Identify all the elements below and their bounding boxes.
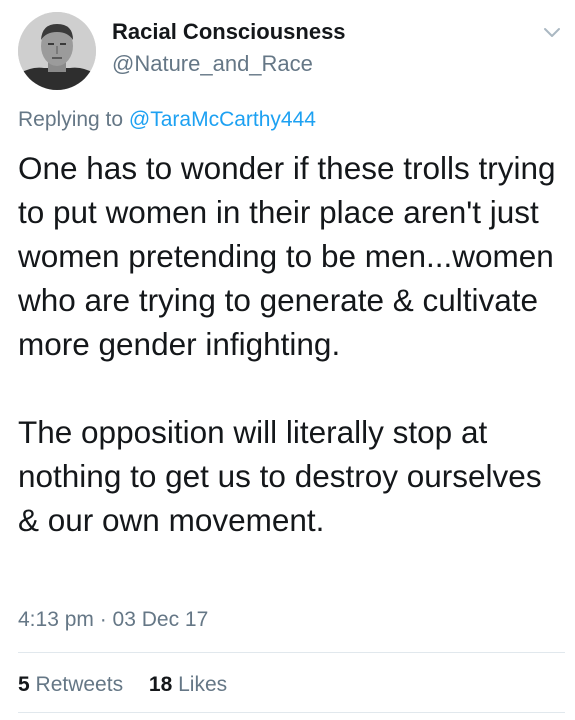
tweet-menu-button[interactable] [543,26,561,38]
likes-stat[interactable]: 18 Likes [149,673,227,696]
divider [18,712,565,713]
tweet-stats: 5 Retweets 18 Likes [18,671,247,699]
tweet: Racial Consciousness @Nature_and_Race Re… [0,0,575,720]
tweet-paragraph-1: One has to wonder if these trolls trying… [18,150,556,362]
avatar[interactable] [18,12,96,90]
reply-target-link[interactable]: @TaraMcCarthy444 [129,108,316,131]
tweet-text: One has to wonder if these trolls trying… [18,146,568,542]
retweets-label: Retweets [35,673,124,696]
user-handle[interactable]: @Nature_and_Race [112,50,346,78]
display-name[interactable]: Racial Consciousness [112,18,346,46]
reply-context: Replying to @TaraMcCarthy444 [18,106,316,134]
chevron-down-icon [544,28,560,37]
likes-count: 18 [148,673,173,696]
reply-prefix: Replying to [18,108,124,131]
retweets-stat[interactable]: 5 Retweets [18,673,129,696]
tweet-paragraph-2: The opposition will literally stop at no… [18,414,542,538]
profile-photo-icon [18,12,96,90]
retweets-count: 5 [18,673,30,696]
divider [18,652,565,653]
likes-label: Likes [178,673,228,696]
timestamp[interactable]: 4:13 pm · 03 Dec 17 [18,606,208,634]
author-info: Racial Consciousness @Nature_and_Race [112,18,346,78]
